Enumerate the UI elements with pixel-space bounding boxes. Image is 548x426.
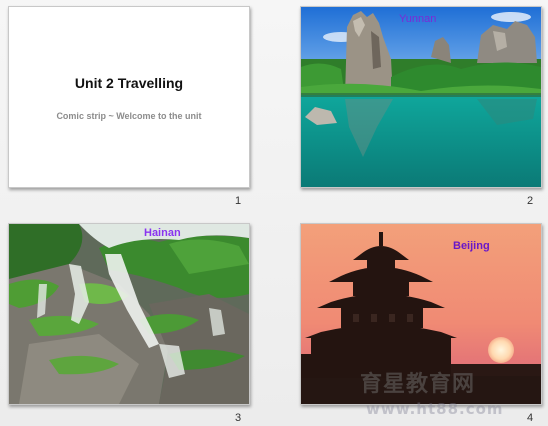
slide-number-4: 4: [527, 412, 534, 424]
slide-thumbnail-1[interactable]: Unit 2 Travelling Comic strip ~ Welcome …: [8, 6, 250, 188]
slide-number-3: 3: [235, 412, 242, 424]
slide-number-2: 2: [527, 195, 534, 207]
slide-caption: Beijing: [453, 240, 490, 252]
slide-caption: Yunnan: [399, 13, 437, 25]
slide-subtitle: Comic strip ~ Welcome to the unit: [56, 111, 202, 121]
watermark-url: www.ht88.com: [366, 400, 504, 418]
watermark-logo: 育星教育网: [360, 372, 476, 397]
slide-sorter-pane: Unit 2 Travelling Comic strip ~ Welcome …: [0, 0, 548, 426]
slide-caption: Hainan: [144, 227, 181, 239]
slide-title: Unit 2 Travelling: [74, 75, 184, 91]
yunnan-photo: [301, 7, 541, 187]
slide-thumbnail-2[interactable]: Yunnan: [300, 6, 542, 188]
slide-thumbnail-3[interactable]: Hainan: [8, 223, 250, 405]
slide-number-1: 1: [235, 195, 242, 207]
hainan-photo: [9, 224, 249, 404]
